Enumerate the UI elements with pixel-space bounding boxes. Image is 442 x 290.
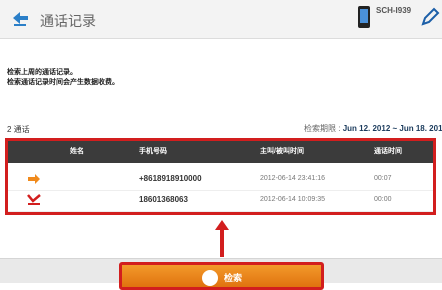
phone-number: +8618918910000 bbox=[139, 174, 202, 183]
back-sync-icon[interactable] bbox=[8, 7, 32, 31]
period-label: 检索期限 : bbox=[304, 124, 341, 133]
column-header-name: 姓名 bbox=[70, 148, 84, 155]
description: 检索上周的通话记录。 检索通话记录时间会产生数据收费。 bbox=[7, 68, 119, 88]
edit-icon[interactable] bbox=[418, 6, 442, 30]
call-count: 2 通话 bbox=[7, 125, 30, 134]
call-duration: 00:00 bbox=[374, 196, 392, 203]
search-button-icon bbox=[202, 270, 218, 286]
description-line: 检索通话记录时间会产生数据收费。 bbox=[7, 79, 119, 86]
app-header: 通话记录 SCH-I939 bbox=[0, 0, 442, 39]
phone-icon bbox=[358, 6, 370, 28]
call-time: 2012-06-14 23:41:16 bbox=[260, 175, 325, 182]
call-time: 2012-06-14 10:09:35 bbox=[260, 196, 325, 203]
description-line: 检索上周的通话记录。 bbox=[7, 69, 77, 76]
page-title: 通话记录 bbox=[40, 13, 96, 29]
call-log-table: 姓名 手机号码 主叫/被叫时间 通话时间 +8618918910000 2012… bbox=[5, 138, 436, 215]
search-period: 检索期限 : Jun 12. 2012 ~ Jun 18. 2012 bbox=[304, 123, 442, 134]
table-row[interactable]: 18601368063 2012-06-14 10:09:35 00:00 bbox=[8, 189, 433, 212]
missed-call-icon bbox=[27, 194, 41, 205]
column-header-number: 手机号码 bbox=[139, 148, 167, 155]
table-header: 姓名 手机号码 主叫/被叫时间 通话时间 bbox=[8, 141, 433, 163]
column-header-duration: 通话时间 bbox=[374, 148, 402, 155]
column-header-time: 主叫/被叫时间 bbox=[260, 148, 304, 155]
call-duration: 00:07 bbox=[374, 175, 392, 182]
table-row[interactable]: +8618918910000 2012-06-14 23:41:16 00:07 bbox=[8, 168, 433, 191]
outgoing-call-icon bbox=[28, 174, 40, 184]
search-button-label: 检索 bbox=[224, 273, 243, 283]
device-model: SCH-I939 bbox=[376, 6, 412, 15]
period-value: Jun 12. 2012 ~ Jun 18. 2012 bbox=[342, 124, 442, 133]
search-button[interactable]: 检索 bbox=[119, 262, 324, 290]
phone-number: 18601368063 bbox=[139, 195, 188, 204]
pointer-arrow-icon bbox=[215, 220, 229, 257]
